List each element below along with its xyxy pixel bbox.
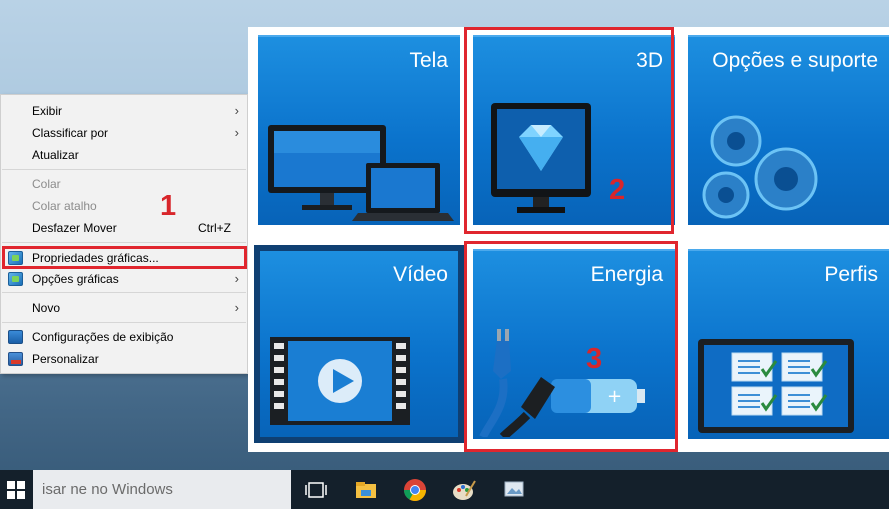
- tile-title: Opções e suporte: [712, 49, 878, 72]
- windows-logo-icon: [7, 481, 25, 499]
- file-explorer-icon: [356, 482, 376, 498]
- profile-checklist-icon: [698, 339, 854, 433]
- menu-item-opcoes-graficas[interactable]: Opções gráficas ›: [1, 268, 247, 290]
- menu-item-shortcut: Ctrl+Z: [198, 221, 231, 235]
- paint-button[interactable]: [450, 476, 478, 504]
- menu-separator: [2, 242, 246, 243]
- menu-separator: [2, 169, 246, 170]
- chevron-right-icon: ›: [234, 103, 239, 118]
- task-view-icon: [305, 482, 327, 498]
- gears-icon: [702, 115, 818, 219]
- menu-item-label: Opções gráficas: [32, 272, 119, 286]
- menu-separator: [2, 292, 246, 293]
- annotation-box-2: [464, 27, 674, 234]
- menu-item-label: Exibir: [32, 104, 63, 118]
- menu-item-exibir[interactable]: Exibir ›: [1, 100, 247, 122]
- tile-opcoes-suporte[interactable]: Opções e suporte: [688, 35, 889, 225]
- tile-video[interactable]: Vídeo: [254, 245, 464, 443]
- menu-item-colar[interactable]: Colar: [1, 173, 247, 195]
- graphics-control-panel: Tela 3D Opções e suporte Vídeo Energia +…: [248, 27, 889, 452]
- desktop-context-menu: Exibir › Classificar por › Atualizar Col…: [0, 94, 248, 374]
- menu-item-label: Desfazer Mover: [32, 221, 117, 235]
- task-view-button[interactable]: [302, 476, 330, 504]
- menu-item-configuracoes-exibicao[interactable]: Configurações de exibição: [1, 326, 247, 348]
- paint-icon: [453, 480, 476, 500]
- photos-icon: [504, 481, 524, 497]
- personalize-icon: [8, 352, 23, 366]
- taskbar-search-box[interactable]: isar ne no Windows: [33, 470, 291, 509]
- photos-button[interactable]: [500, 476, 528, 504]
- tile-title: Vídeo: [393, 263, 448, 286]
- file-explorer-button[interactable]: [352, 476, 380, 504]
- tile-perfis[interactable]: Perfis: [688, 249, 889, 439]
- menu-item-atualizar[interactable]: Atualizar: [1, 144, 247, 166]
- tile-title: Tela: [409, 49, 448, 72]
- chevron-right-icon: ›: [234, 125, 239, 140]
- start-button[interactable]: [0, 470, 33, 509]
- menu-item-colar-atalho[interactable]: Colar atalho: [1, 195, 247, 217]
- menu-item-label: Personalizar: [32, 352, 99, 366]
- menu-item-novo[interactable]: Novo ›: [1, 297, 247, 319]
- menu-separator: [2, 322, 246, 323]
- menu-item-label: Atualizar: [32, 148, 79, 162]
- annotation-box-3: [464, 241, 678, 452]
- menu-item-label: Novo: [32, 301, 61, 315]
- menu-item-classificar[interactable]: Classificar por ›: [1, 122, 247, 144]
- annotation-number-1: 1: [160, 190, 177, 222]
- menu-item-label: Configurações de exibição: [32, 330, 174, 344]
- tile-title: Perfis: [824, 263, 878, 286]
- menu-item-desfazer-mover[interactable]: Desfazer Mover Ctrl+Z: [1, 217, 247, 239]
- chrome-button[interactable]: [401, 476, 429, 504]
- chevron-right-icon: ›: [234, 300, 239, 315]
- tile-tela[interactable]: Tela: [258, 35, 460, 225]
- annotation-number-2: 2: [609, 174, 626, 206]
- annotation-box-1: [2, 246, 247, 269]
- display-settings-icon: [8, 330, 23, 344]
- menu-item-label: Classificar por: [32, 126, 109, 140]
- taskbar: isar ne no Windows: [0, 470, 889, 509]
- menu-item-label: Colar atalho: [32, 199, 97, 213]
- intel-graphics-icon: [8, 272, 23, 286]
- monitor-laptop-icon: [268, 125, 454, 221]
- menu-item-label: Colar: [32, 177, 61, 191]
- video-play-icon: [270, 337, 410, 425]
- menu-item-personalizar[interactable]: Personalizar: [1, 348, 247, 370]
- annotation-number-3: 3: [586, 343, 603, 375]
- chrome-icon: [404, 479, 426, 501]
- chevron-right-icon: ›: [234, 271, 239, 286]
- search-placeholder: isar ne no Windows: [42, 481, 173, 498]
